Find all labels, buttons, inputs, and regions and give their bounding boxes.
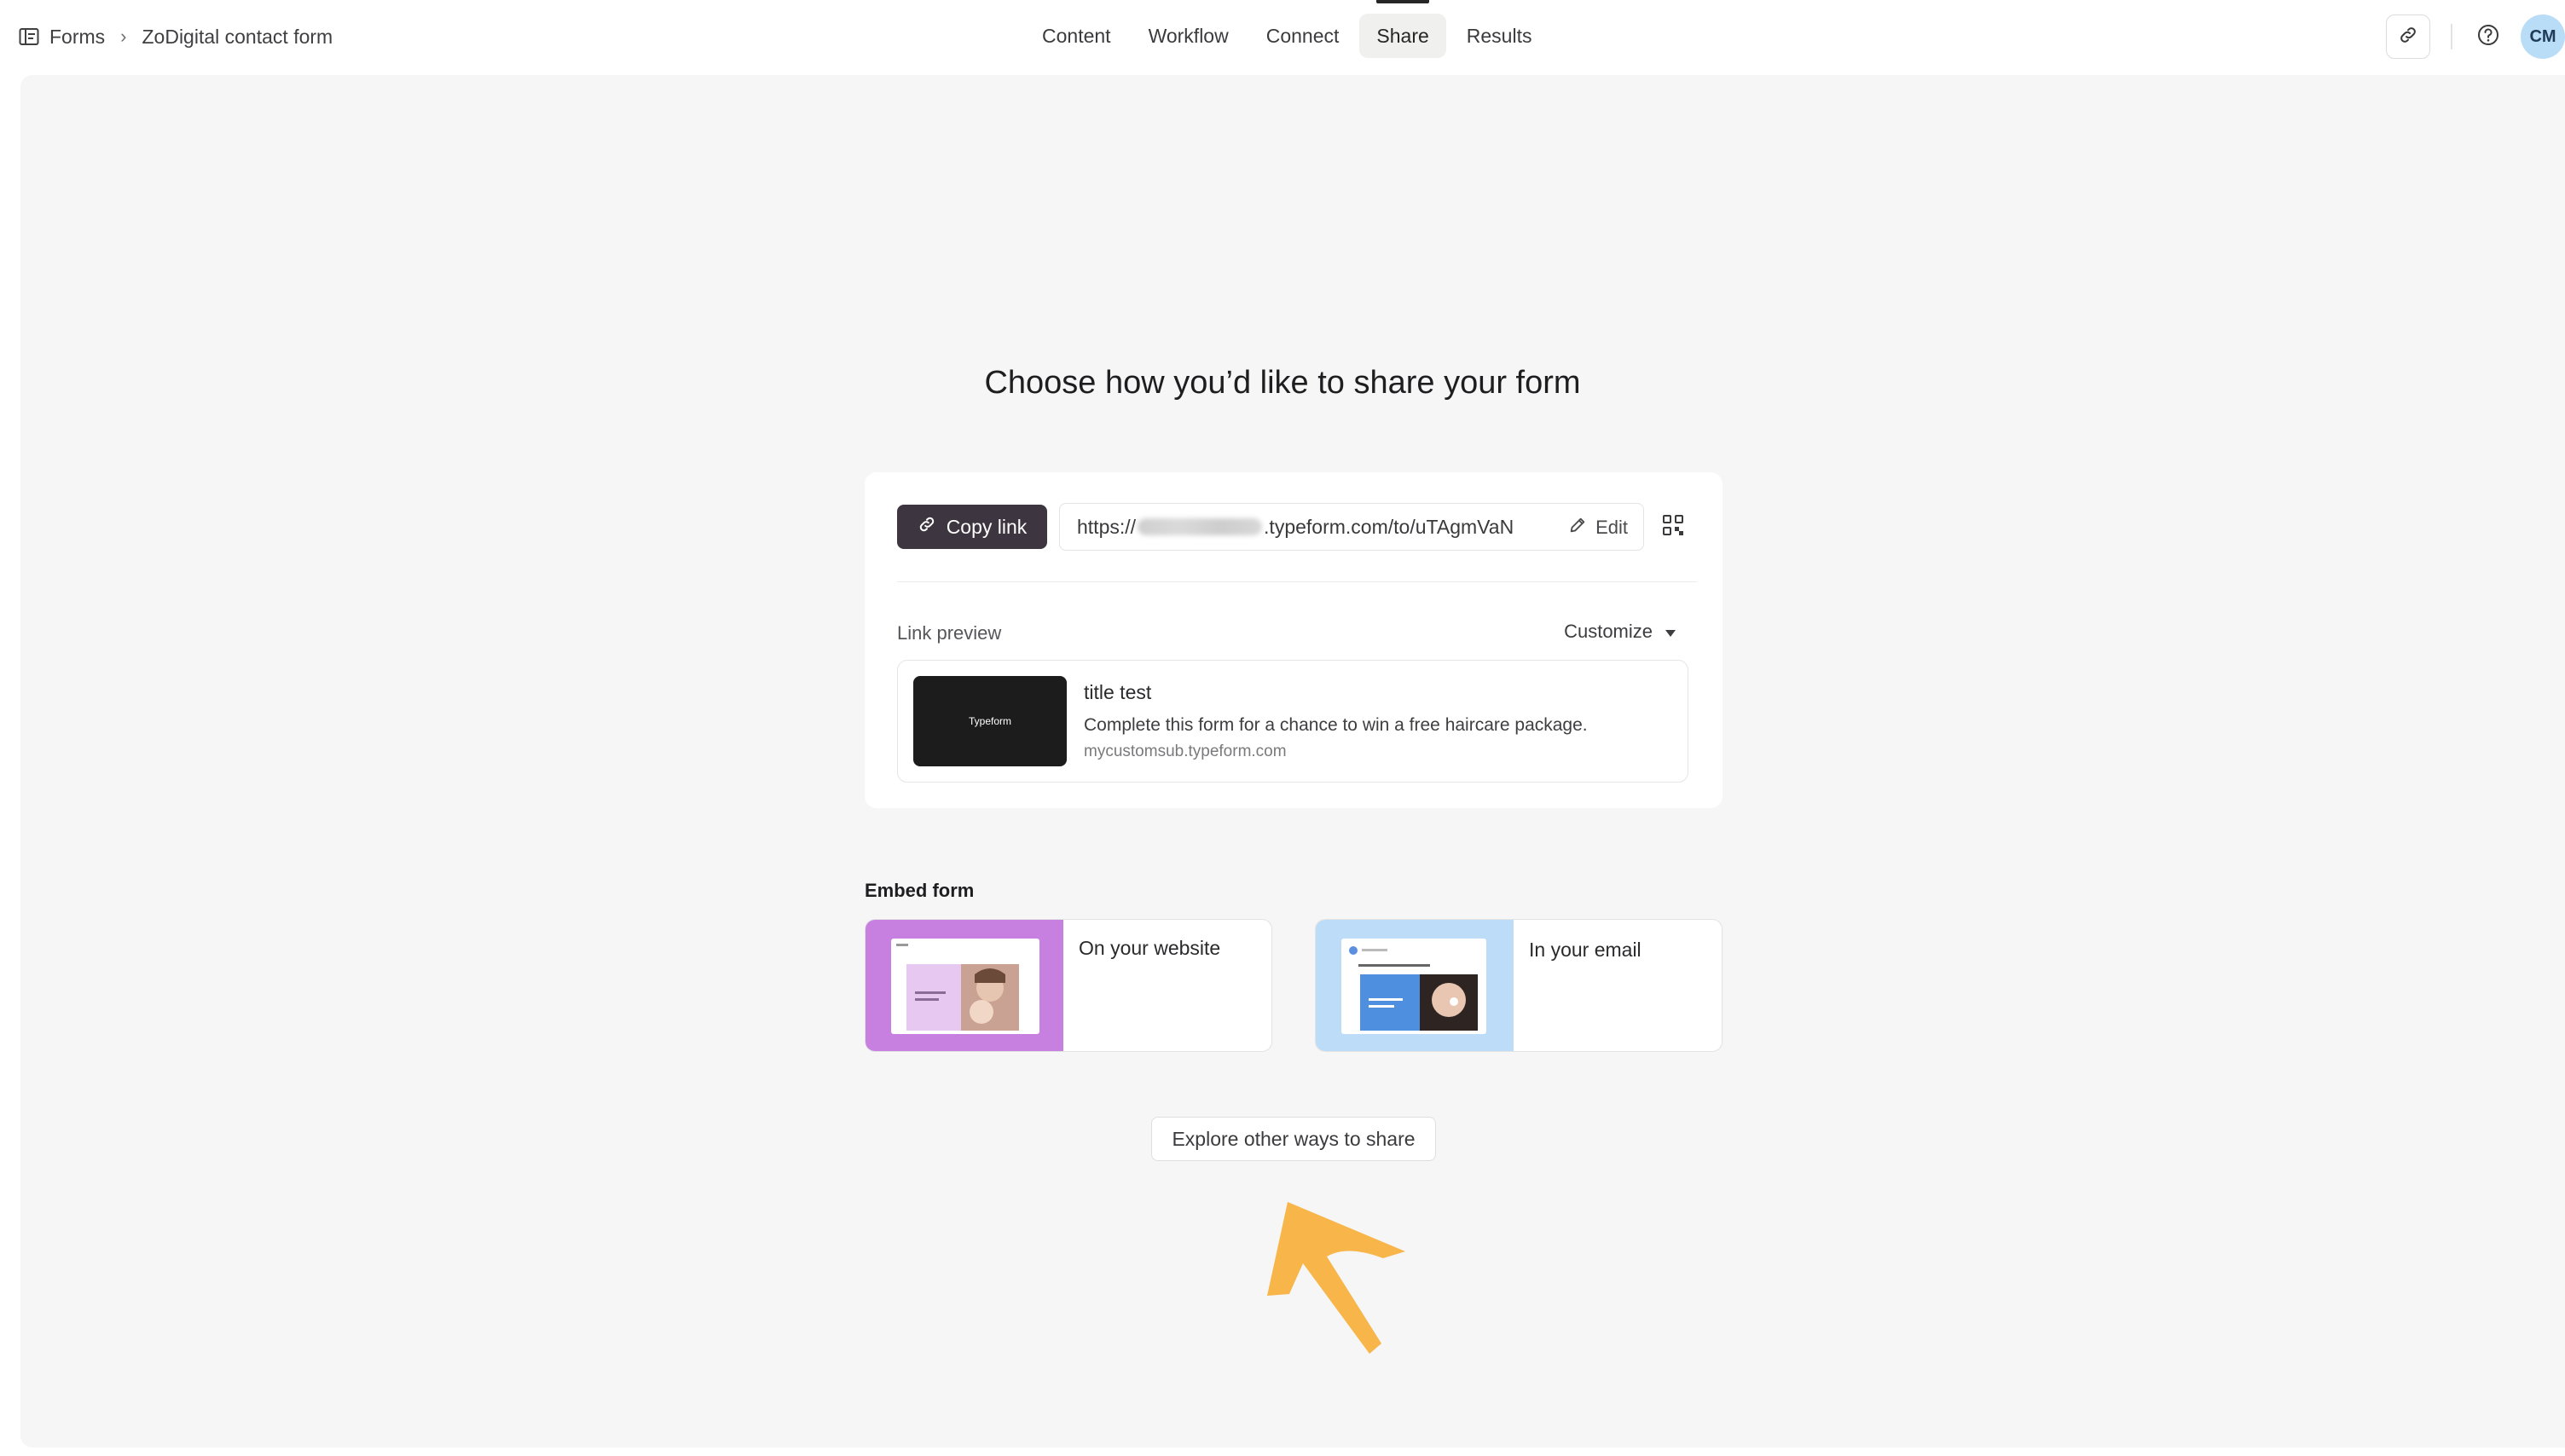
tab-results[interactable]: Results	[1450, 14, 1549, 58]
page-title: Choose how you’d like to share your form	[984, 365, 1581, 401]
help-button[interactable]	[2471, 20, 2505, 54]
preview-thumbnail: Typeform	[913, 676, 1067, 766]
edit-label: Edit	[1595, 517, 1628, 538]
embed-website-label: On your website	[1079, 937, 1221, 959]
preview-description: Complete this form for a chance to win a…	[1084, 715, 1588, 735]
blurred-subdomain	[1138, 518, 1263, 535]
link-icon	[2398, 25, 2418, 49]
qr-code-button[interactable]	[1651, 505, 1695, 549]
embed-section-title: Embed form	[865, 880, 975, 901]
main-tabs: Content Workflow Connect Share Results	[1025, 0, 1549, 58]
breadcrumb-form-name[interactable]: ZoDigital contact form	[142, 26, 333, 49]
copy-link-button[interactable]: Copy link	[897, 505, 1047, 549]
breadcrumb-forms-link[interactable]: Forms	[49, 26, 105, 49]
qr-code-icon	[1662, 514, 1684, 540]
top-bar: Forms › ZoDigital contact form Content W…	[0, 0, 2565, 73]
edit-url-button[interactable]: Edit	[1568, 504, 1628, 552]
caret-down-icon	[1665, 621, 1676, 643]
email-illustration	[1316, 920, 1514, 1051]
annotation-arrow-icon	[1267, 1202, 1405, 1354]
pencil-icon	[1568, 516, 1587, 540]
customize-dropdown[interactable]: Customize	[1564, 621, 1676, 643]
tab-share[interactable]: Share	[1359, 0, 1446, 58]
tab-content[interactable]: Content	[1025, 14, 1128, 58]
link-preview-card: Typeform title test Complete this form f…	[897, 660, 1688, 783]
avatar[interactable]: CM	[2521, 14, 2565, 59]
explore-share-options-button[interactable]: Explore other ways to share	[1151, 1117, 1436, 1161]
help-icon	[2476, 23, 2500, 51]
card-divider	[897, 581, 1697, 582]
share-link-card: Copy link https:// .typeform.com/to/uTAg…	[865, 472, 1723, 808]
thumbnail-logo-text: Typeform	[968, 715, 1011, 727]
embed-email-label: In your email	[1529, 939, 1641, 961]
breadcrumb: Forms › ZoDigital contact form	[19, 22, 333, 51]
embed-email-card[interactable]: In your email	[1315, 919, 1723, 1052]
copy-link-header-button[interactable]	[2386, 14, 2430, 59]
tab-connect[interactable]: Connect	[1249, 14, 1357, 58]
url-prefix: https://	[1077, 515, 1137, 538]
link-preview-label: Link preview	[897, 622, 1002, 644]
header-divider	[2451, 24, 2452, 49]
copy-link-label: Copy link	[946, 515, 1028, 538]
tab-workflow[interactable]: Workflow	[1132, 14, 1246, 58]
forms-icon[interactable]	[19, 27, 39, 46]
embed-website-card[interactable]: On your website	[865, 919, 1272, 1052]
link-icon	[918, 515, 936, 539]
url-suffix: .typeform.com/to/uTAgmVaN	[1264, 515, 1514, 538]
header-actions: CM	[2386, 14, 2565, 60]
website-illustration	[866, 920, 1063, 1051]
preview-title: title test	[1084, 681, 1152, 703]
form-url-field[interactable]: https:// .typeform.com/to/uTAgmVaN Edit	[1059, 503, 1644, 551]
breadcrumb-separator: ›	[120, 26, 127, 47]
customize-label: Customize	[1564, 621, 1653, 642]
preview-url: mycustomsub.typeform.com	[1084, 742, 1287, 760]
